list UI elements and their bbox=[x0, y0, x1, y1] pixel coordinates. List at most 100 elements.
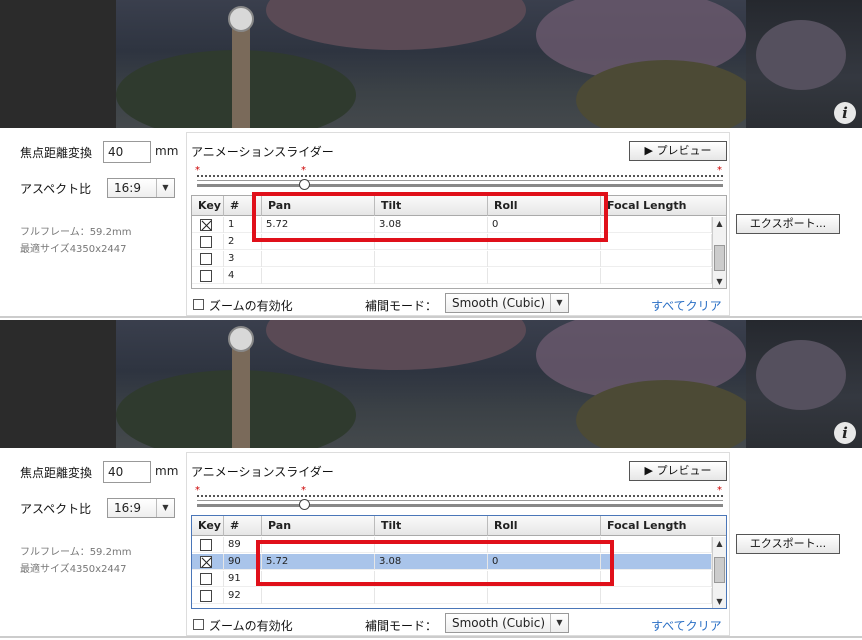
photo-left-margin bbox=[0, 0, 116, 128]
column-header-focal-length[interactable]: Focal Length bbox=[601, 516, 726, 536]
optimal-size-text: 最適サイズ4350x2447 bbox=[20, 244, 127, 255]
roll-cell[interactable] bbox=[488, 268, 601, 284]
pan-cell[interactable] bbox=[262, 268, 375, 284]
focal-cell[interactable] bbox=[601, 571, 712, 587]
keyframe-checkbox[interactable] bbox=[200, 236, 212, 248]
zoom-enable-checkbox[interactable] bbox=[193, 619, 204, 630]
focal-cell[interactable] bbox=[601, 537, 712, 553]
keyframe-checkbox[interactable] bbox=[200, 556, 212, 568]
key-cell bbox=[192, 251, 224, 267]
clear-all-link[interactable]: すべてクリア bbox=[651, 297, 722, 314]
photo-tree-right bbox=[756, 340, 846, 410]
key-cell bbox=[192, 588, 224, 604]
chevron-down-icon: ▼ bbox=[156, 179, 174, 197]
table-row[interactable]: 92 bbox=[192, 588, 712, 604]
focal-cell[interactable] bbox=[601, 588, 712, 604]
scrollbar-thumb[interactable] bbox=[714, 245, 725, 271]
export-button[interactable]: エクスポート... bbox=[736, 534, 840, 554]
focal-cell[interactable] bbox=[601, 554, 712, 570]
index-cell: 3 bbox=[224, 251, 262, 267]
panorama-photo[interactable] bbox=[116, 0, 746, 128]
photo-clock bbox=[228, 326, 254, 352]
focal-length-input[interactable]: 40 bbox=[103, 141, 151, 163]
column-header-index[interactable]: # bbox=[224, 516, 262, 536]
key-cell bbox=[192, 234, 224, 250]
table-row[interactable]: 4 bbox=[192, 268, 712, 284]
interpolation-mode-select[interactable]: Smooth (Cubic) ▼ bbox=[445, 613, 569, 633]
focal-length-input[interactable]: 40 bbox=[103, 461, 151, 483]
zoom-enable-checkbox[interactable] bbox=[193, 299, 204, 310]
photo-building bbox=[266, 0, 526, 50]
column-header-roll[interactable]: Roll bbox=[488, 516, 601, 536]
clear-all-link[interactable]: すべてクリア bbox=[651, 617, 722, 634]
panorama-photo[interactable] bbox=[116, 320, 746, 448]
animation-slider-title: アニメーションスライダー bbox=[191, 465, 334, 479]
zoom-enable-label: ズームの有効化 bbox=[209, 299, 293, 313]
slider-thumb[interactable] bbox=[299, 179, 310, 190]
column-header-focal-length[interactable]: Focal Length bbox=[601, 196, 726, 216]
focal-cell[interactable] bbox=[601, 251, 712, 267]
aspect-ratio-value: 16:9 bbox=[114, 181, 141, 195]
scroll-down-icon[interactable]: ▼ bbox=[713, 275, 726, 288]
keyframe-checkbox[interactable] bbox=[200, 539, 212, 551]
focal-cell[interactable] bbox=[601, 234, 712, 250]
key-cell bbox=[192, 571, 224, 587]
keyframe-checkbox[interactable] bbox=[200, 253, 212, 265]
keyframe-checkbox[interactable] bbox=[200, 219, 212, 231]
fullframe-text: フルフレーム：59.2mm bbox=[20, 547, 132, 558]
roll-cell[interactable] bbox=[488, 251, 601, 267]
table-scrollbar[interactable]: ▲ ▼ bbox=[712, 537, 726, 608]
scroll-up-icon[interactable]: ▲ bbox=[713, 537, 726, 550]
key-cell bbox=[192, 554, 224, 570]
export-button[interactable]: エクスポート... bbox=[736, 214, 840, 234]
photo-tree-right bbox=[756, 20, 846, 90]
photo-building bbox=[266, 320, 526, 370]
timeline-track[interactable] bbox=[197, 175, 723, 181]
highlight-annotation bbox=[256, 540, 614, 586]
timeline-track[interactable] bbox=[197, 495, 723, 501]
column-header-key[interactable]: Key bbox=[192, 516, 224, 536]
key-cell bbox=[192, 537, 224, 553]
column-header-tilt[interactable]: Tilt bbox=[375, 516, 488, 536]
keyframe-checkbox[interactable] bbox=[200, 590, 212, 602]
interpolation-mode-label: 補間モード： bbox=[365, 619, 438, 633]
index-cell: 4 bbox=[224, 268, 262, 284]
slider-rail[interactable] bbox=[197, 504, 723, 507]
aspect-ratio-value: 16:9 bbox=[114, 501, 141, 515]
slider-thumb[interactable] bbox=[299, 499, 310, 510]
focal-length-label: 焦点距離変換 bbox=[20, 146, 93, 160]
aspect-ratio-select[interactable]: 16:9 ▼ bbox=[107, 498, 175, 518]
preview-button[interactable]: ▶ プレビュー bbox=[629, 141, 727, 161]
photo-clock bbox=[228, 6, 254, 32]
roll-cell[interactable] bbox=[488, 588, 601, 604]
focal-unit: mm bbox=[155, 144, 179, 158]
tilt-cell[interactable] bbox=[375, 588, 488, 604]
table-row[interactable]: 3 bbox=[192, 251, 712, 267]
column-header-key[interactable]: Key bbox=[192, 196, 224, 216]
interpolation-mode-value: Smooth (Cubic) bbox=[452, 296, 546, 310]
aspect-ratio-select[interactable]: 16:9 ▼ bbox=[107, 178, 175, 198]
scroll-down-icon[interactable]: ▼ bbox=[713, 595, 726, 608]
tilt-cell[interactable] bbox=[375, 268, 488, 284]
focal-length-label: 焦点距離変換 bbox=[20, 466, 93, 480]
scrollbar-thumb[interactable] bbox=[714, 557, 725, 583]
column-header-pan[interactable]: Pan bbox=[262, 516, 375, 536]
pan-cell[interactable] bbox=[262, 588, 375, 604]
table-scrollbar[interactable]: ▲ ▼ bbox=[712, 217, 726, 288]
animation-slider-title: アニメーションスライダー bbox=[191, 145, 334, 159]
slider-rail[interactable] bbox=[197, 184, 723, 187]
pan-cell[interactable] bbox=[262, 251, 375, 267]
interpolation-mode-value: Smooth (Cubic) bbox=[452, 616, 546, 630]
interpolation-mode-select[interactable]: Smooth (Cubic) ▼ bbox=[445, 293, 569, 313]
key-cell bbox=[192, 268, 224, 284]
scroll-up-icon[interactable]: ▲ bbox=[713, 217, 726, 230]
info-icon[interactable]: i bbox=[834, 102, 856, 124]
info-icon[interactable]: i bbox=[834, 422, 856, 444]
keyframe-checkbox[interactable] bbox=[200, 270, 212, 282]
preview-button[interactable]: ▶ プレビュー bbox=[629, 461, 727, 481]
tilt-cell[interactable] bbox=[375, 251, 488, 267]
focal-cell[interactable] bbox=[601, 217, 712, 233]
focal-cell[interactable] bbox=[601, 268, 712, 284]
keyframe-checkbox[interactable] bbox=[200, 573, 212, 585]
photo-left-margin bbox=[0, 320, 116, 448]
